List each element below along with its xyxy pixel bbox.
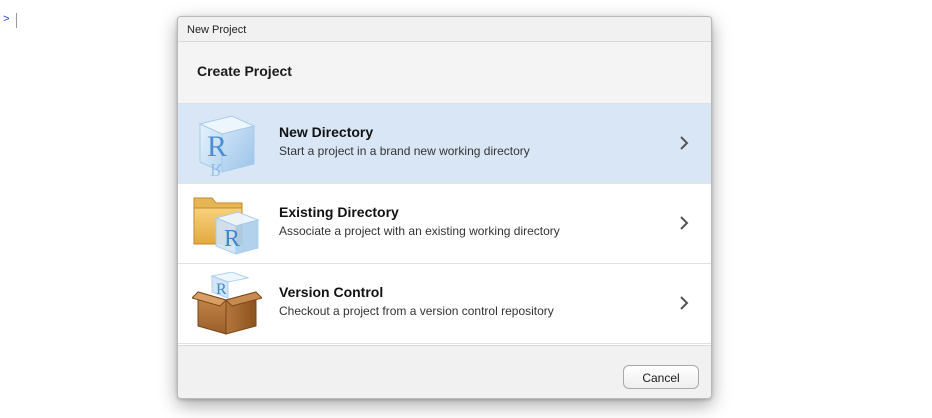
option-existing-directory[interactable]: R Existing Directory Associate a project… xyxy=(178,184,711,264)
option-description: Associate a project with an existing wor… xyxy=(279,224,560,238)
new-project-dialog: New Project Create Project R R New Direc… xyxy=(177,16,712,399)
chevron-right-icon xyxy=(680,296,689,310)
option-description: Start a project in a brand new working d… xyxy=(279,144,530,158)
dialog-footer: Cancel xyxy=(178,345,711,398)
text-cursor xyxy=(16,13,17,28)
project-type-list: R R New Directory Start a project in a b… xyxy=(178,104,711,344)
svg-text:R: R xyxy=(216,281,227,298)
option-title: New Directory xyxy=(279,124,374,140)
option-new-directory[interactable]: R R New Directory Start a project in a b… xyxy=(178,104,711,184)
folder-r-cube-icon: R xyxy=(193,197,260,255)
console-prompt: > xyxy=(3,14,10,26)
chevron-right-icon xyxy=(680,136,689,150)
dialog-title: New Project xyxy=(178,17,711,42)
r-cube-icon: R R xyxy=(198,115,256,176)
svg-text:R: R xyxy=(224,226,240,252)
svg-text:R: R xyxy=(210,160,222,176)
option-title: Version Control xyxy=(279,284,384,300)
option-description: Checkout a project from a version contro… xyxy=(279,304,554,318)
create-project-heading: Create Project xyxy=(197,63,292,79)
box-r-cube-icon: R xyxy=(192,272,262,335)
option-version-control[interactable]: R Version Control Checkout a project fro… xyxy=(178,264,711,344)
dialog-header: Create Project xyxy=(178,42,711,104)
option-title: Existing Directory xyxy=(279,204,399,220)
cancel-button[interactable]: Cancel xyxy=(623,365,699,389)
chevron-right-icon xyxy=(680,216,689,230)
svg-text:R: R xyxy=(207,130,227,163)
